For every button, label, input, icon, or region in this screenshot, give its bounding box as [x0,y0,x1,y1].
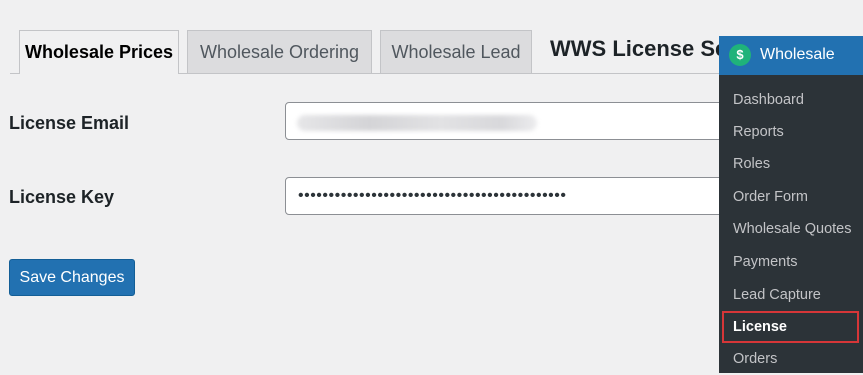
license-email-label: License Email [9,113,130,133]
wholesale-menu-title: Wholesale [760,46,835,63]
save-changes-button[interactable]: Save Changes [9,259,135,296]
wholesale-logo-icon: $ [729,44,751,66]
wholesale-menu-header[interactable]: $ Wholesale [719,36,863,75]
menu-item-order-form[interactable]: Order Form [719,181,863,213]
license-highlight-box [722,311,859,343]
tab-wholesale-ordering[interactable]: Wholesale Ordering [187,30,372,73]
page-title: WWS License Sett [550,36,742,61]
license-key-label: License Key [9,187,115,207]
tab-wholesale-lead[interactable]: Wholesale Lead [380,30,532,73]
email-blurred-value [297,115,537,131]
menu-item-dashboard[interactable]: Dashboard [719,84,863,116]
menu-item-wholesale-quotes[interactable]: Wholesale Quotes [719,213,863,245]
tab-wholesale-prices[interactable]: Wholesale Prices [19,30,179,74]
license-key-field[interactable] [285,177,735,215]
menu-item-payments[interactable]: Payments [719,246,863,278]
menu-item-orders[interactable]: Orders [719,343,863,375]
menu-item-reports[interactable]: Reports [719,116,863,148]
menu-item-roles[interactable]: Roles [719,148,863,180]
menu-item-lead-capture[interactable]: Lead Capture [719,279,863,311]
